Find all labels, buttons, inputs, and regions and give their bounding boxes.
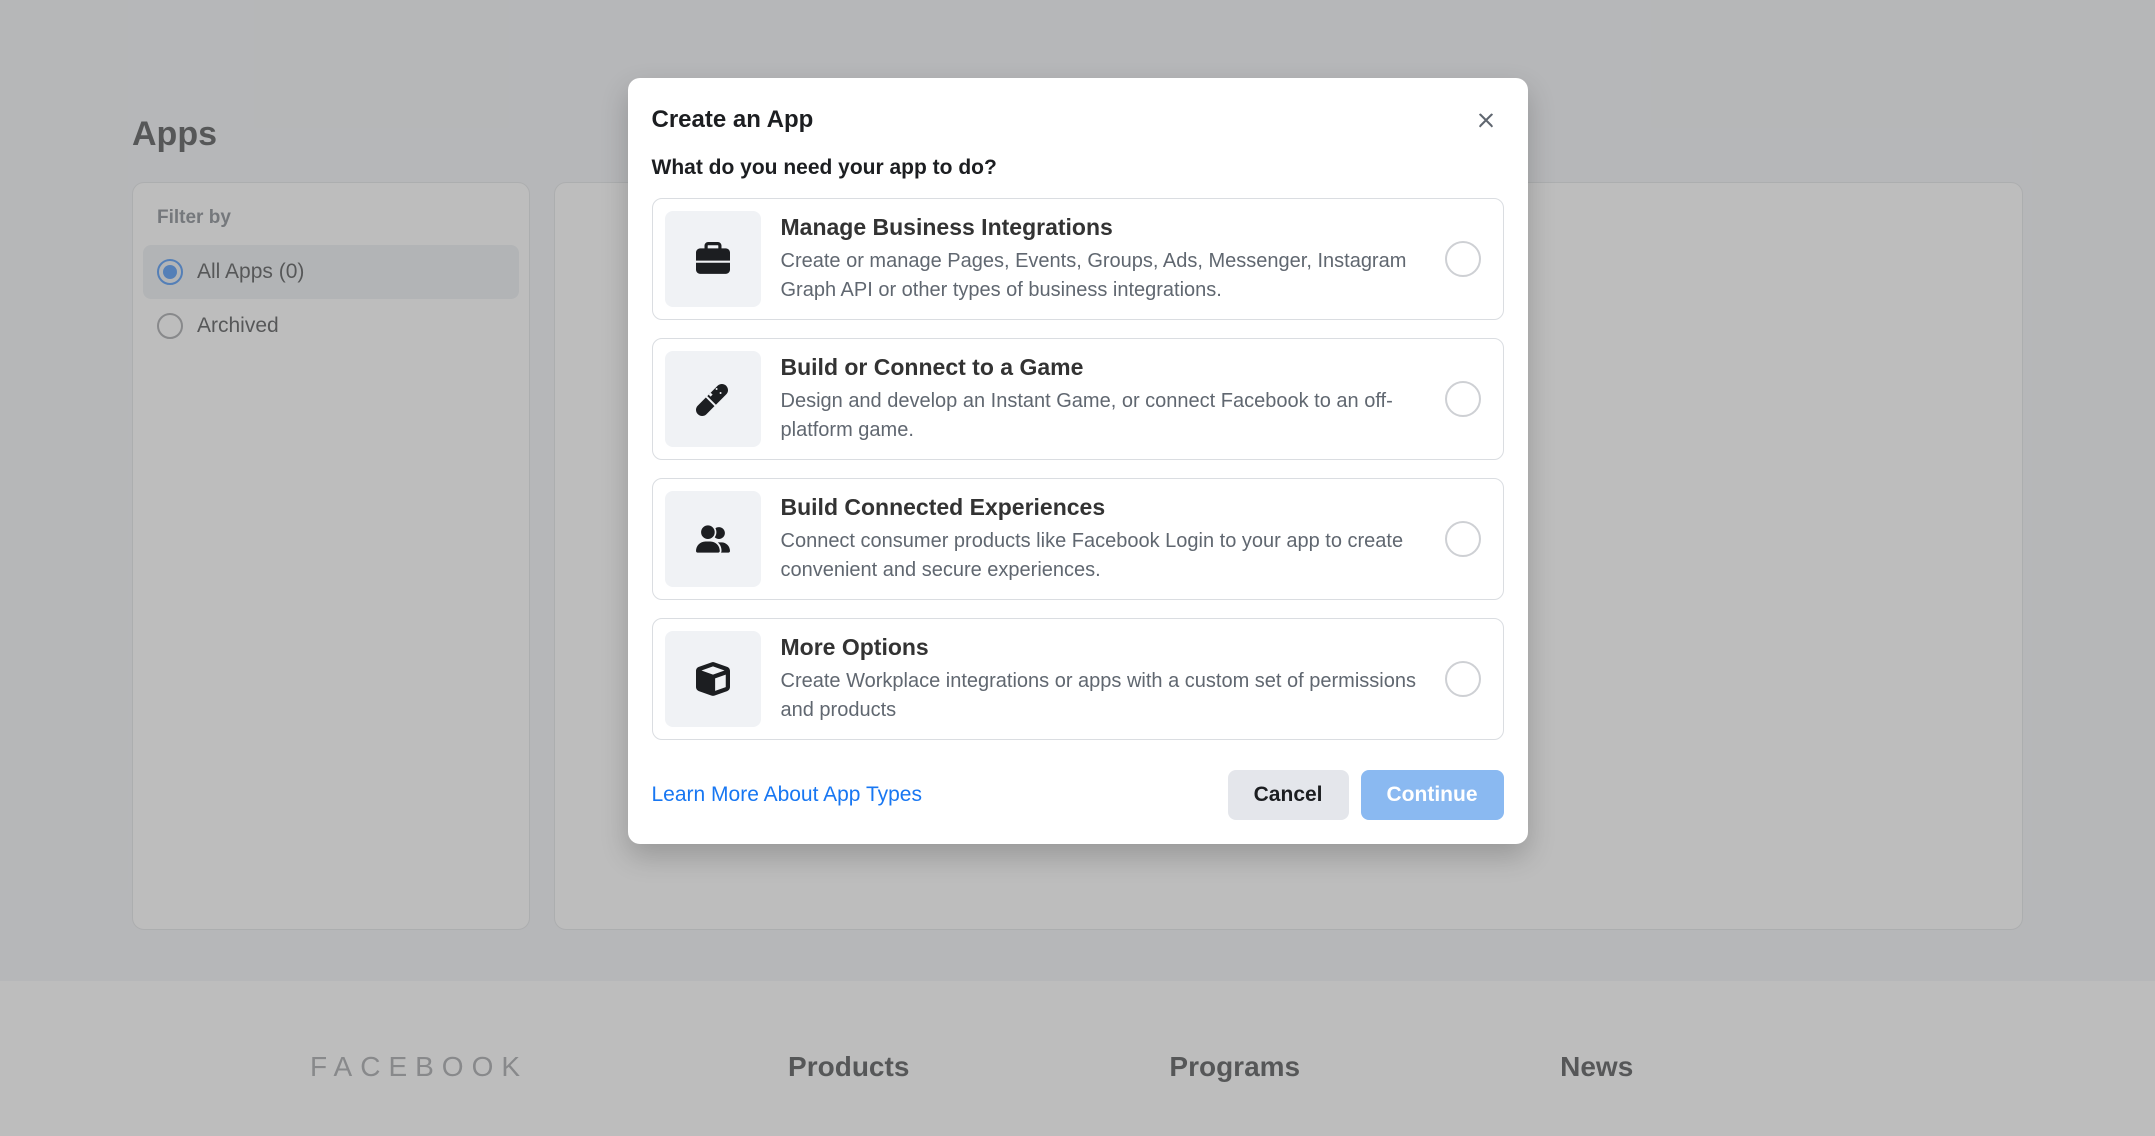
option-more-options[interactable]: More Options Create Workplace integratio… <box>652 618 1504 740</box>
option-desc: Create or manage Pages, Events, Groups, … <box>781 247 1425 305</box>
option-radio[interactable] <box>1445 521 1481 557</box>
option-icon-wrap <box>665 211 761 307</box>
option-desc: Connect consumer products like Facebook … <box>781 527 1425 585</box>
create-app-modal: Create an App What do you need your app … <box>628 78 1528 844</box>
option-business-integrations[interactable]: Manage Business Integrations Create or m… <box>652 198 1504 320</box>
option-text: Build or Connect to a Game Design and de… <box>781 354 1425 445</box>
option-game[interactable]: Build or Connect to a Game Design and de… <box>652 338 1504 460</box>
modal-overlay[interactable]: Create an App What do you need your app … <box>0 0 2155 1136</box>
option-radio[interactable] <box>1445 241 1481 277</box>
option-radio[interactable] <box>1445 381 1481 417</box>
option-desc: Create Workplace integrations or apps wi… <box>781 667 1425 725</box>
option-title: More Options <box>781 634 1425 661</box>
continue-button[interactable]: Continue <box>1361 770 1504 820</box>
option-radio[interactable] <box>1445 661 1481 697</box>
option-icon-wrap <box>665 631 761 727</box>
option-title: Manage Business Integrations <box>781 214 1425 241</box>
gamepad-icon <box>696 382 730 416</box>
modal-subtitle: What do you need your app to do? <box>628 148 1528 198</box>
option-icon-wrap <box>665 351 761 447</box>
option-connected-experiences[interactable]: Build Connected Experiences Connect cons… <box>652 478 1504 600</box>
close-icon <box>1475 109 1497 131</box>
option-title: Build Connected Experiences <box>781 494 1425 521</box>
option-title: Build or Connect to a Game <box>781 354 1425 381</box>
footer-buttons: Cancel Continue <box>1228 770 1504 820</box>
learn-more-link[interactable]: Learn More About App Types <box>652 783 922 807</box>
option-text: Manage Business Integrations Create or m… <box>781 214 1425 305</box>
app-type-options: Manage Business Integrations Create or m… <box>628 198 1528 740</box>
cube-icon <box>696 662 730 696</box>
users-icon <box>696 522 730 556</box>
modal-footer: Learn More About App Types Cancel Contin… <box>628 740 1528 844</box>
modal-title: Create an App <box>652 106 814 134</box>
option-text: Build Connected Experiences Connect cons… <box>781 494 1425 585</box>
option-icon-wrap <box>665 491 761 587</box>
modal-header: Create an App <box>628 78 1528 148</box>
cancel-button[interactable]: Cancel <box>1228 770 1349 820</box>
option-desc: Design and develop an Instant Game, or c… <box>781 387 1425 445</box>
option-text: More Options Create Workplace integratio… <box>781 634 1425 725</box>
close-button[interactable] <box>1468 102 1504 138</box>
briefcase-icon <box>696 242 730 276</box>
